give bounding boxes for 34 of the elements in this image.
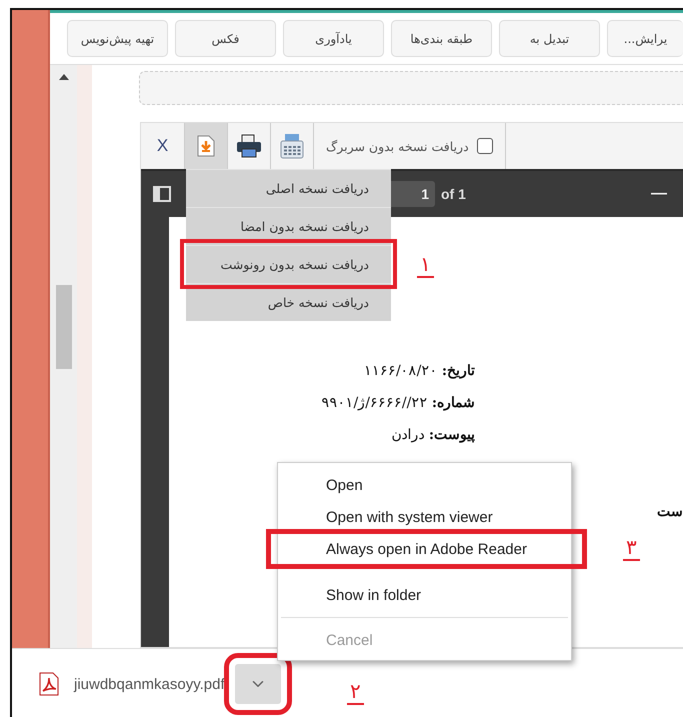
printer-icon bbox=[236, 134, 262, 158]
toolbar-button[interactable]: یادآوری bbox=[283, 20, 384, 57]
toolbar-button[interactable]: طبقه بندی‌ها bbox=[391, 20, 492, 57]
document-text: ست bbox=[657, 503, 683, 520]
scrollbar-thumb[interactable] bbox=[56, 285, 72, 369]
toolbar-button[interactable]: تبدیل به bbox=[499, 20, 600, 57]
scroll-up-icon[interactable] bbox=[58, 74, 68, 80]
checkbox-label[interactable]: دریافت نسخه بدون سربرگ bbox=[326, 138, 469, 154]
menu-item[interactable]: Open bbox=[278, 469, 571, 501]
menu-item[interactable]: دریافت نسخه خاص bbox=[186, 283, 391, 321]
menu-item[interactable]: دریافت نسخه اصلی bbox=[186, 169, 391, 207]
zoom-out-button[interactable]: — bbox=[651, 185, 667, 203]
document-line: شماره: ۹۹۰۱/ژ/۶۶۶۶//۲۲ bbox=[322, 394, 475, 413]
checkbox[interactable] bbox=[476, 138, 493, 154]
step-number: ۳ bbox=[623, 535, 640, 561]
input-field[interactable] bbox=[139, 71, 683, 105]
download-icon bbox=[197, 135, 215, 157]
page-count: of 1 bbox=[441, 186, 466, 202]
step-number: ۱ bbox=[417, 252, 434, 278]
sidebar-toggle-icon[interactable] bbox=[153, 186, 171, 202]
menu-item[interactable]: Open with system viewer bbox=[278, 501, 571, 533]
menu-toggle-button[interactable] bbox=[234, 664, 281, 704]
file-name[interactable]: jiuwdbqanmkasoyy.pdf bbox=[74, 676, 225, 692]
toolbar-button[interactable]: تهیه پیش‌نویس bbox=[67, 20, 168, 57]
step-number: ۲ bbox=[347, 679, 364, 705]
fax-icon bbox=[280, 133, 304, 159]
document-line: پیوست: ندارد bbox=[391, 426, 475, 445]
toolbar-button[interactable]: فکس bbox=[175, 20, 276, 57]
document-line: تاریخ: ۱۱۶۶/۰۸/۲۰ bbox=[364, 362, 475, 381]
menu-item[interactable]: Show in folder bbox=[278, 579, 571, 611]
menu-item[interactable]: دریافت نسخه بدون امضا bbox=[186, 207, 391, 245]
scrollbar[interactable] bbox=[50, 65, 77, 648]
pdf-file-icon bbox=[38, 672, 60, 696]
toolbar-button[interactable]: یرایش... bbox=[607, 20, 683, 57]
